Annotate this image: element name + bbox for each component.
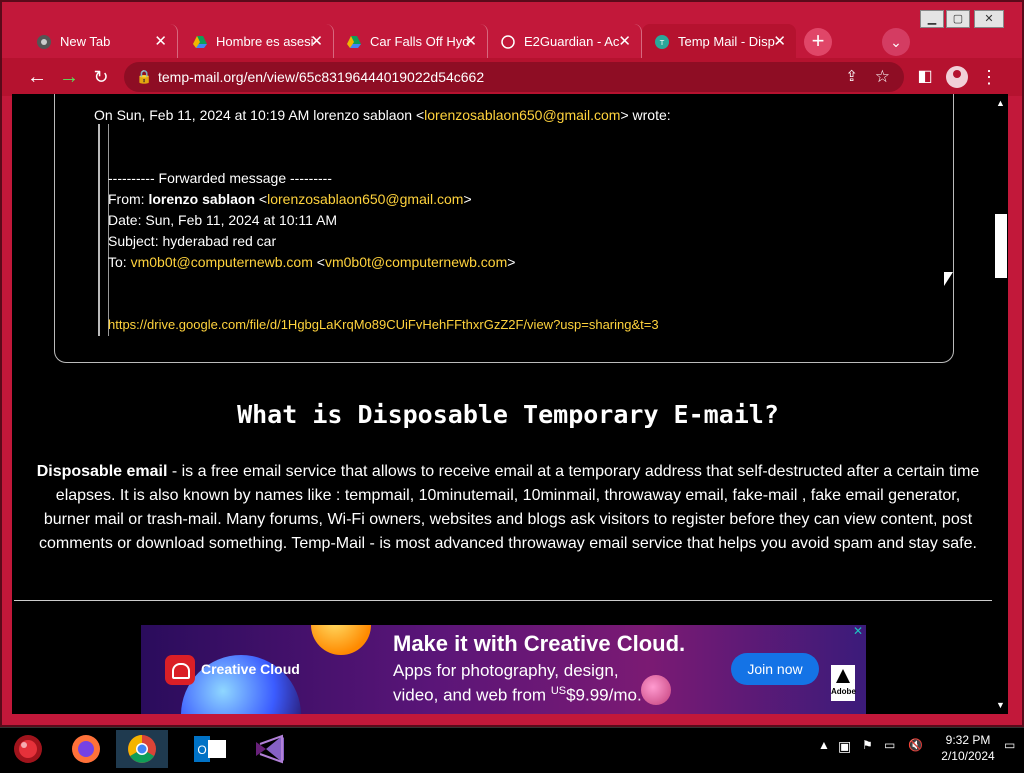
from-line: From: lorenzo sablaon <lorenzosablaon650… xyxy=(108,191,472,207)
scroll-down-icon[interactable]: ▼ xyxy=(996,700,1005,710)
back-icon[interactable]: ← xyxy=(24,64,50,90)
share-icon[interactable]: ⇪ xyxy=(845,62,858,92)
close-window-button[interactable]: ✕ xyxy=(974,10,1004,28)
divider xyxy=(14,600,994,601)
ad-planet-graphic xyxy=(641,675,671,705)
new-tab-button[interactable]: + xyxy=(804,28,832,56)
sender-email-link[interactable]: lorenzosablaon650@gmail.com xyxy=(424,107,620,123)
adobe-logo-icon: Adobe xyxy=(831,665,856,701)
profile-avatar[interactable] xyxy=(946,66,968,88)
show-desktop-icon[interactable]: ▭ xyxy=(1004,738,1015,752)
visual-studio-icon xyxy=(256,734,284,764)
clock-time: 9:32 PM xyxy=(945,733,991,747)
google-drive-icon xyxy=(347,36,361,48)
firefox-taskbar-app[interactable] xyxy=(60,730,112,768)
ad-headline: Make it with Creative Cloud. xyxy=(393,631,686,656)
subject-line: Subject: hyderabad red car xyxy=(108,233,277,249)
quote-bar-inner xyxy=(108,124,109,336)
drive-link[interactable]: https://drive.google.com/file/d/1HgbgLaK… xyxy=(108,317,659,332)
creative-cloud-ad[interactable]: Creative Cloud Make it with Creative Clo… xyxy=(141,625,866,714)
to-email-link-2[interactable]: vm0b0t@computernewb.com xyxy=(325,254,507,270)
scroll-up-icon[interactable]: ▲ xyxy=(996,98,1005,108)
tab-title: E2Guardian - Ac xyxy=(524,34,620,49)
tab-temp-mail[interactable]: T Temp Mail - Disp ✕ xyxy=(642,24,796,60)
article-paragraph: Disposable email - is a free email servi… xyxy=(36,463,980,552)
minimize-button[interactable]: ▁ xyxy=(920,10,944,28)
display-icon[interactable]: ▭ xyxy=(884,738,895,752)
maximize-button[interactable]: ▢ xyxy=(946,10,970,28)
action-center-flag-icon[interactable]: ⚑ xyxy=(862,738,873,752)
forward-icon[interactable]: → xyxy=(56,64,82,90)
clock-date: 2/10/2024 xyxy=(941,749,995,763)
start-orb-icon xyxy=(14,735,42,763)
email-wrote-line: On Sun, Feb 11, 2024 at 10:19 AM lorenzo… xyxy=(94,107,671,123)
tab-search-icon[interactable]: ⌄ xyxy=(882,28,910,56)
show-hidden-icons-icon[interactable]: ▲ xyxy=(818,738,830,752)
outlook-taskbar-app[interactable]: O xyxy=(184,730,236,768)
google-drive-icon xyxy=(193,36,207,48)
forward-header: ---------- Forwarded message --------- xyxy=(108,170,332,186)
tab-e2guardian[interactable]: E2Guardian - Ac ✕ xyxy=(488,24,642,60)
quote-bar xyxy=(98,124,100,336)
url-text: temp-mail.org/en/view/65c83196444019022d… xyxy=(158,69,485,85)
tab-title: Hombre es asesi xyxy=(216,34,314,49)
from-email-link[interactable]: lorenzosablaon650@gmail.com xyxy=(267,191,463,207)
chrome-icon xyxy=(37,35,51,49)
svg-text:T: T xyxy=(659,39,665,47)
date-line: Date: Sun, Feb 11, 2024 at 10:11 AM xyxy=(108,212,338,228)
page-scrollbar[interactable]: ▲ ▼ xyxy=(992,94,1008,714)
bookmark-star-icon[interactable]: ☆ xyxy=(875,62,890,92)
article-heading: What is Disposable Temporary E-mail? xyxy=(237,400,779,429)
tab-new-tab[interactable]: New Tab ✕ xyxy=(24,24,178,60)
page-content: On Sun, Feb 11, 2024 at 10:19 AM lorenzo… xyxy=(12,94,1008,714)
chrome-icon xyxy=(128,735,156,763)
to-line: To: vm0b0t@computernewb.com <vm0b0t@comp… xyxy=(108,254,516,270)
toolbar: ← → ↻ 🔒 temp-mail.org/en/view/65c8319644… xyxy=(2,58,1022,96)
outlook-icon: O xyxy=(194,736,226,762)
tab-car-falls[interactable]: Car Falls Off Hyd ✕ xyxy=(334,24,488,60)
system-clock[interactable]: 9:32 PM 2/10/2024 xyxy=(940,732,996,764)
reload-icon[interactable]: ↻ xyxy=(88,64,114,90)
chrome-taskbar-app[interactable] xyxy=(116,730,168,768)
scroll-thumb[interactable] xyxy=(995,214,1007,278)
ad-planet-graphic xyxy=(311,625,371,655)
ad-brand: Creative Cloud xyxy=(201,661,300,677)
tab-hombre[interactable]: Hombre es asesi ✕ xyxy=(180,24,334,60)
visual-studio-taskbar-app[interactable] xyxy=(244,730,296,768)
volume-muted-icon[interactable]: 🔇 xyxy=(908,738,923,752)
menu-icon[interactable]: ⋮ xyxy=(976,64,1002,90)
taskbar: O ▲ ▣ ⚑ ▭ 🔇 9:32 PM 2/10/2024 ▭ xyxy=(0,727,1024,768)
svg-text:O: O xyxy=(197,743,206,757)
close-tab-icon[interactable]: ✕ xyxy=(618,24,631,60)
side-panel-icon[interactable]: ◧ xyxy=(912,64,938,90)
creative-cloud-logo-icon xyxy=(165,655,195,685)
start-button[interactable] xyxy=(4,730,56,768)
mouse-cursor-icon xyxy=(944,272,953,286)
join-now-button[interactable]: Join now xyxy=(731,653,819,685)
page-icon xyxy=(501,35,515,49)
tab-title: Car Falls Off Hyd xyxy=(370,34,470,49)
address-bar[interactable]: 🔒 temp-mail.org/en/view/65c8319644401902… xyxy=(124,62,904,92)
close-tab-icon[interactable]: ✕ xyxy=(464,24,477,60)
ad-close-icon[interactable]: ✕ xyxy=(852,625,864,637)
close-tab-icon[interactable]: ✕ xyxy=(773,24,786,60)
ad-subtext: Apps for photography, design, video, and… xyxy=(393,661,642,705)
firefox-icon xyxy=(72,735,100,763)
temp-mail-icon: T xyxy=(655,35,669,49)
close-tab-icon[interactable]: ✕ xyxy=(154,24,167,60)
tab-title: Temp Mail - Disp xyxy=(678,34,775,49)
network-icon[interactable]: ▣ xyxy=(838,738,851,755)
tab-title: New Tab xyxy=(60,34,111,49)
close-tab-icon[interactable]: ✕ xyxy=(310,24,323,60)
to-email-link[interactable]: vm0b0t@computernewb.com xyxy=(131,254,313,270)
lock-icon: 🔒 xyxy=(136,69,153,84)
title-bar: ▁ ▢ ✕ New Tab ✕ Hombre es asesi ✕ Car Fa… xyxy=(2,2,1022,60)
